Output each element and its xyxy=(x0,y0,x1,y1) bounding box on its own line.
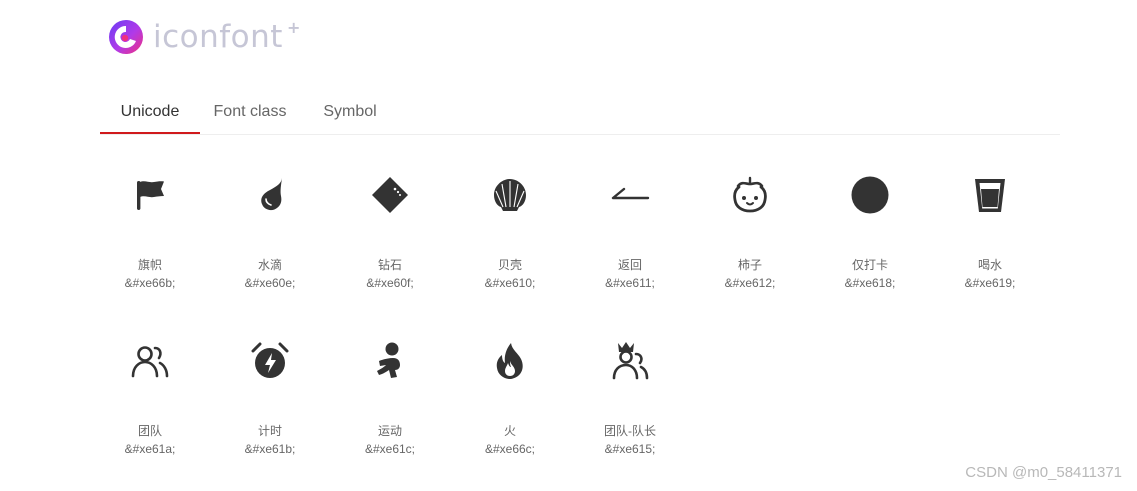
icon-name: 柿子 xyxy=(737,258,762,272)
water-drop-icon xyxy=(261,178,282,211)
sport-icon xyxy=(377,342,400,378)
team-icon xyxy=(131,346,169,378)
icon-item-water-drop[interactable]: 水滴 &#xe60e; xyxy=(210,150,330,310)
icon-code: &#xe618; xyxy=(844,276,896,290)
icon-code: &#xe61c; xyxy=(364,442,416,456)
team-leader-icon xyxy=(612,342,649,380)
icon-item-timer[interactable]: 计时 &#xe61b; xyxy=(210,316,330,476)
icon-code: &#xe611; xyxy=(605,276,655,290)
icon-item-flag[interactable]: 旗帜 &#xe66b; xyxy=(90,150,210,310)
logo-text: iconfont xyxy=(153,19,283,55)
iconfont-logo-icon xyxy=(109,20,143,54)
icon-name: 旗帜 xyxy=(137,258,162,272)
icon-code: &#xe610; xyxy=(484,276,536,290)
icon-code: &#xe66c; xyxy=(484,442,536,456)
icon-item-back[interactable]: 返回 &#xe611; xyxy=(570,150,690,310)
tab-unicode[interactable]: Unicode xyxy=(100,90,200,134)
icon-name: 钻石 xyxy=(377,258,402,272)
icon-name: 贝壳 xyxy=(497,258,522,272)
icon-item-sport[interactable]: 运动 &#xe61c; xyxy=(330,316,450,476)
icon-name: 水滴 xyxy=(257,258,282,272)
diamond-icon xyxy=(372,177,408,213)
shell-icon xyxy=(494,179,526,211)
back-icon xyxy=(611,187,650,200)
icon-item-check-in[interactable]: 仅打卡 &#xe618; xyxy=(810,150,930,310)
icon-name: 计时 xyxy=(257,424,282,438)
check-in-icon xyxy=(851,176,889,214)
icon-code: &#xe612; xyxy=(724,276,776,290)
icon-code: &#xe61b; xyxy=(244,442,296,456)
drink-water-icon xyxy=(975,179,1005,212)
icon-name: 返回 xyxy=(617,258,642,272)
persimmon-icon xyxy=(733,176,767,213)
icon-item-shell[interactable]: 贝壳 &#xe610; xyxy=(450,150,570,310)
icon-item-drink-water[interactable]: 喝水 &#xe619; xyxy=(930,150,1050,310)
watermark-text: CSDN @m0_58411371 xyxy=(965,464,1122,481)
icon-name: 团队-队长 xyxy=(604,424,656,438)
icon-code: &#xe60f; xyxy=(366,276,414,290)
icon-name: 火 xyxy=(503,424,516,438)
iconfont-logo[interactable]: iconfont + xyxy=(108,17,300,57)
icon-code: &#xe66b; xyxy=(124,276,176,290)
icon-name: 团队 xyxy=(137,424,162,438)
timer-icon xyxy=(251,342,289,378)
icon-code: &#xe615; xyxy=(604,442,656,456)
icon-code: &#xe619; xyxy=(964,276,1016,290)
tab-symbol[interactable]: Symbol xyxy=(300,90,400,134)
icon-name: 喝水 xyxy=(977,258,1002,272)
icon-item-diamond[interactable]: 钻石 &#xe60f; xyxy=(330,150,450,310)
icon-item-fire[interactable]: 火 &#xe66c; xyxy=(450,316,570,476)
icon-item-team-leader[interactable]: 团队-队长 &#xe615; xyxy=(570,316,690,476)
logo-plus: + xyxy=(286,17,301,37)
icon-code: &#xe61a; xyxy=(124,442,176,456)
tab-font-class[interactable]: Font class xyxy=(200,90,300,134)
fire-icon xyxy=(496,343,523,379)
flag-icon xyxy=(137,181,164,210)
icon-item-team[interactable]: 团队 &#xe61a; xyxy=(90,316,210,476)
icon-name: 仅打卡 xyxy=(851,258,888,272)
tab-bar: Unicode Font class Symbol xyxy=(100,90,1060,135)
icon-item-persimmon[interactable]: 柿子 &#xe612; xyxy=(690,150,810,310)
icon-name: 运动 xyxy=(377,424,402,438)
icon-code: &#xe60e; xyxy=(244,276,296,290)
